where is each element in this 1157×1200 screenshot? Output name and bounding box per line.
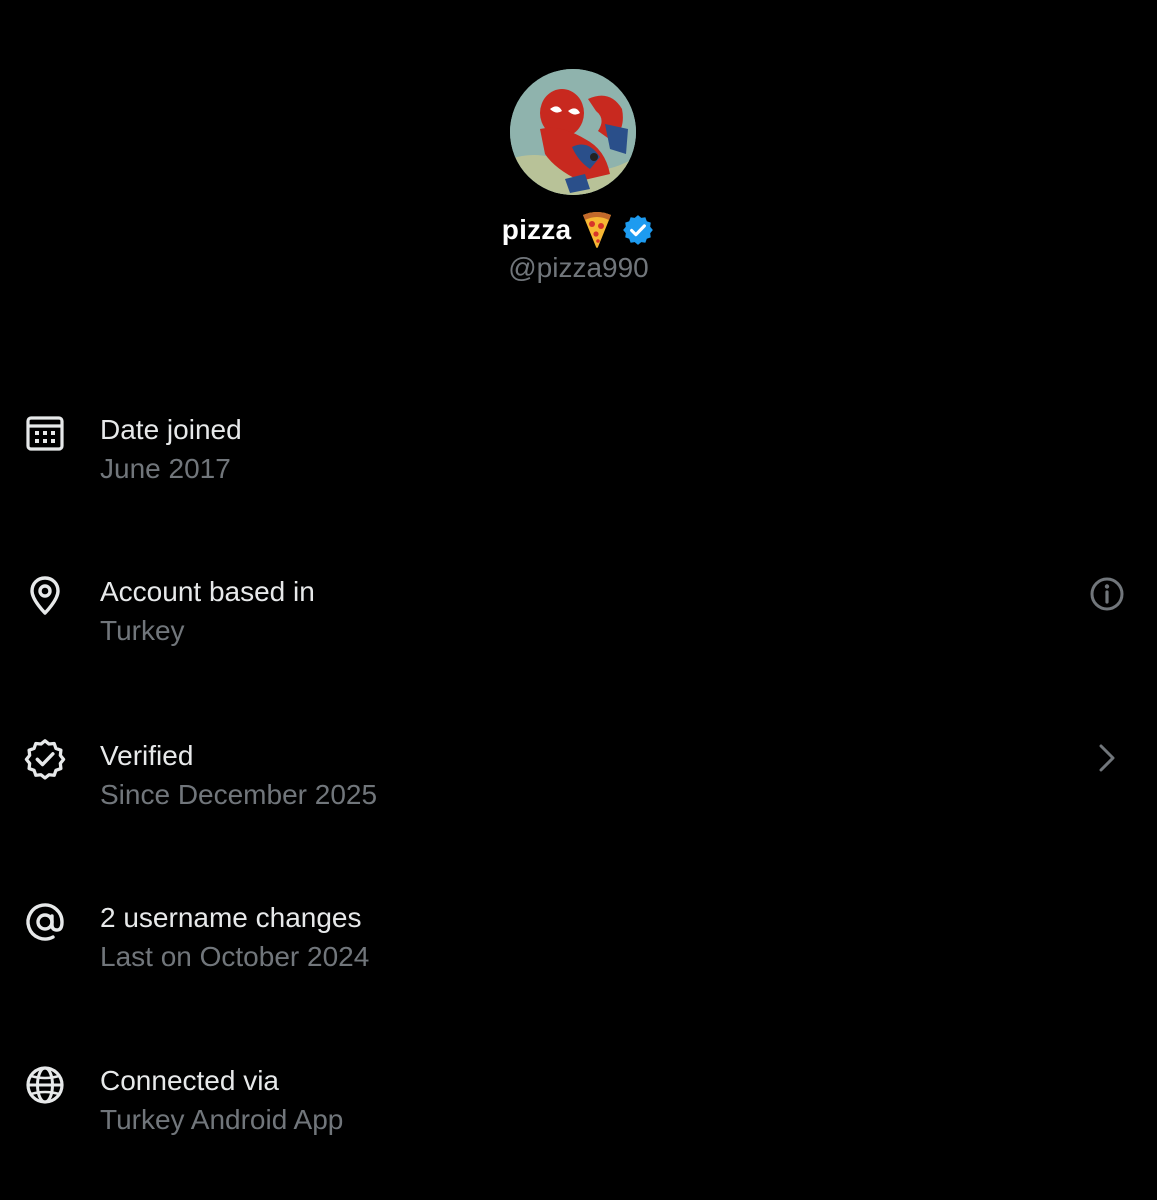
verified-badge-icon[interactable] <box>621 213 655 247</box>
info-row-subtitle: June 2017 <box>100 453 231 484</box>
info-row-subtitle: Last on October 2024 <box>100 941 370 972</box>
info-row-title: Connected via <box>100 1065 280 1096</box>
pizza-emoji-icon <box>581 211 613 249</box>
name-row: pizza <box>0 207 1157 253</box>
avatar-image <box>510 69 636 195</box>
verified-check-icon <box>22 736 68 782</box>
info-row-title: Date joined <box>100 414 242 445</box>
info-row-subtitle: Turkey <box>100 615 185 646</box>
calendar-icon <box>22 410 68 456</box>
info-row-title: 2 username changes <box>100 902 362 933</box>
info-row-title: Account based in <box>100 576 315 607</box>
at-sign-icon <box>22 899 68 945</box>
profile-header: pizza @pizza990 <box>0 0 1157 300</box>
info-row-account-based-in: Account based in Turkey <box>0 554 1157 674</box>
info-row-subtitle: Since December 2025 <box>100 779 378 810</box>
location-pin-icon <box>22 572 68 618</box>
info-row-title: Verified <box>100 740 194 771</box>
info-icon[interactable] <box>1087 574 1127 614</box>
info-row-verified[interactable]: Verified Since December 2025 <box>0 718 1157 838</box>
info-row-date-joined: Date joined June 2017 <box>0 390 1157 510</box>
avatar[interactable] <box>510 69 636 195</box>
globe-icon <box>22 1062 68 1108</box>
display-name: pizza <box>501 214 572 245</box>
info-row-username-changes: 2 username changes Last on October 2024 <box>0 882 1157 1002</box>
info-row-connected-via: Connected via Turkey Android App <box>0 1046 1157 1166</box>
chevron-right-icon[interactable] <box>1087 738 1127 778</box>
user-handle: @pizza990 <box>508 252 649 283</box>
info-row-subtitle: Turkey Android App <box>100 1104 344 1135</box>
